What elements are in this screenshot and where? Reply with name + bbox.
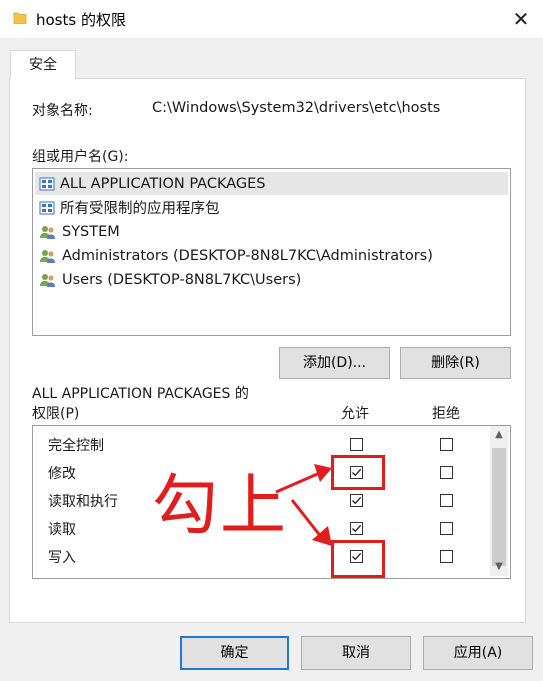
permission-label: 读取 <box>48 522 76 538</box>
list-item[interactable]: 所有受限制的应用程序包 <box>35 196 508 219</box>
scroll-up-icon[interactable]: ▲ <box>490 426 508 444</box>
ok-button[interactable]: 确定 <box>180 636 289 670</box>
scrollbar[interactable]: ▲ ▼ <box>490 426 508 576</box>
permissions-subtitle: 权限(P) <box>32 406 80 422</box>
object-name-value: C:\Windows\System32\drivers\etc\hosts <box>152 100 441 116</box>
annotation-text: 勾上 <box>152 467 288 544</box>
deny-checkbox[interactable] <box>440 466 453 479</box>
allow-header: 允许 <box>341 406 369 422</box>
scroll-thumb[interactable] <box>492 448 506 566</box>
cancel-button[interactable]: 取消 <box>301 636 411 670</box>
list-item[interactable]: ALL APPLICATION PACKAGES <box>35 172 508 195</box>
allow-checkbox[interactable] <box>350 522 363 535</box>
title-bar: hosts 的权限 ✕ <box>0 0 543 38</box>
user-list[interactable]: ALL APPLICATION PACKAGES 所有受限制的应用程序包 SYS… <box>32 168 511 336</box>
arrow-icon <box>275 464 332 546</box>
list-item[interactable]: SYSTEM <box>35 220 508 243</box>
permission-label: 写入 <box>48 550 76 566</box>
user-name: 所有受限制的应用程序包 <box>60 201 220 217</box>
folder-icon <box>12 10 28 26</box>
close-button[interactable]: ✕ <box>506 6 536 32</box>
add-button[interactable]: 添加(D)... <box>279 347 390 379</box>
allow-checkbox[interactable] <box>350 438 363 451</box>
users-icon <box>40 225 55 239</box>
deny-checkbox[interactable] <box>440 522 453 535</box>
tab-security[interactable]: 安全 <box>10 50 76 79</box>
deny-checkbox[interactable] <box>440 550 453 563</box>
users-icon <box>40 273 55 287</box>
checkmark-icon <box>352 496 362 505</box>
apply-button[interactable]: 应用(A) <box>423 636 533 670</box>
users-icon <box>40 249 55 263</box>
window-title: hosts 的权限 <box>36 11 126 29</box>
close-icon: ✕ <box>512 7 530 31</box>
deny-checkbox[interactable] <box>440 438 453 451</box>
deny-header: 拒绝 <box>432 406 460 422</box>
permissions-title: ALL APPLICATION PACKAGES 的 <box>32 386 249 402</box>
list-item[interactable]: Users (DESKTOP-8N8L7KC\Users) <box>35 268 508 291</box>
scroll-down-icon[interactable]: ▼ <box>490 558 508 576</box>
user-name: SYSTEM <box>62 223 120 240</box>
deny-checkbox[interactable] <box>440 494 453 507</box>
app-packages-icon <box>39 201 55 214</box>
app-packages-icon <box>39 177 55 190</box>
list-item[interactable]: Administrators (DESKTOP-8N8L7KC\Administ… <box>35 244 508 267</box>
groups-label: 组或用户名(G): <box>32 149 129 165</box>
remove-button[interactable]: 删除(R) <box>400 347 511 379</box>
user-name: Users (DESKTOP-8N8L7KC\Users) <box>62 271 302 288</box>
object-name-label: 对象名称: <box>32 103 93 119</box>
user-name: Administrators (DESKTOP-8N8L7KC\Administ… <box>62 247 433 264</box>
permission-label: 修改 <box>48 466 76 482</box>
permission-label: 完全控制 <box>48 438 104 454</box>
user-name: ALL APPLICATION PACKAGES <box>60 175 266 192</box>
permission-label: 读取和执行 <box>48 494 118 510</box>
allow-checkbox[interactable] <box>350 494 363 507</box>
checkmark-icon <box>352 524 362 533</box>
